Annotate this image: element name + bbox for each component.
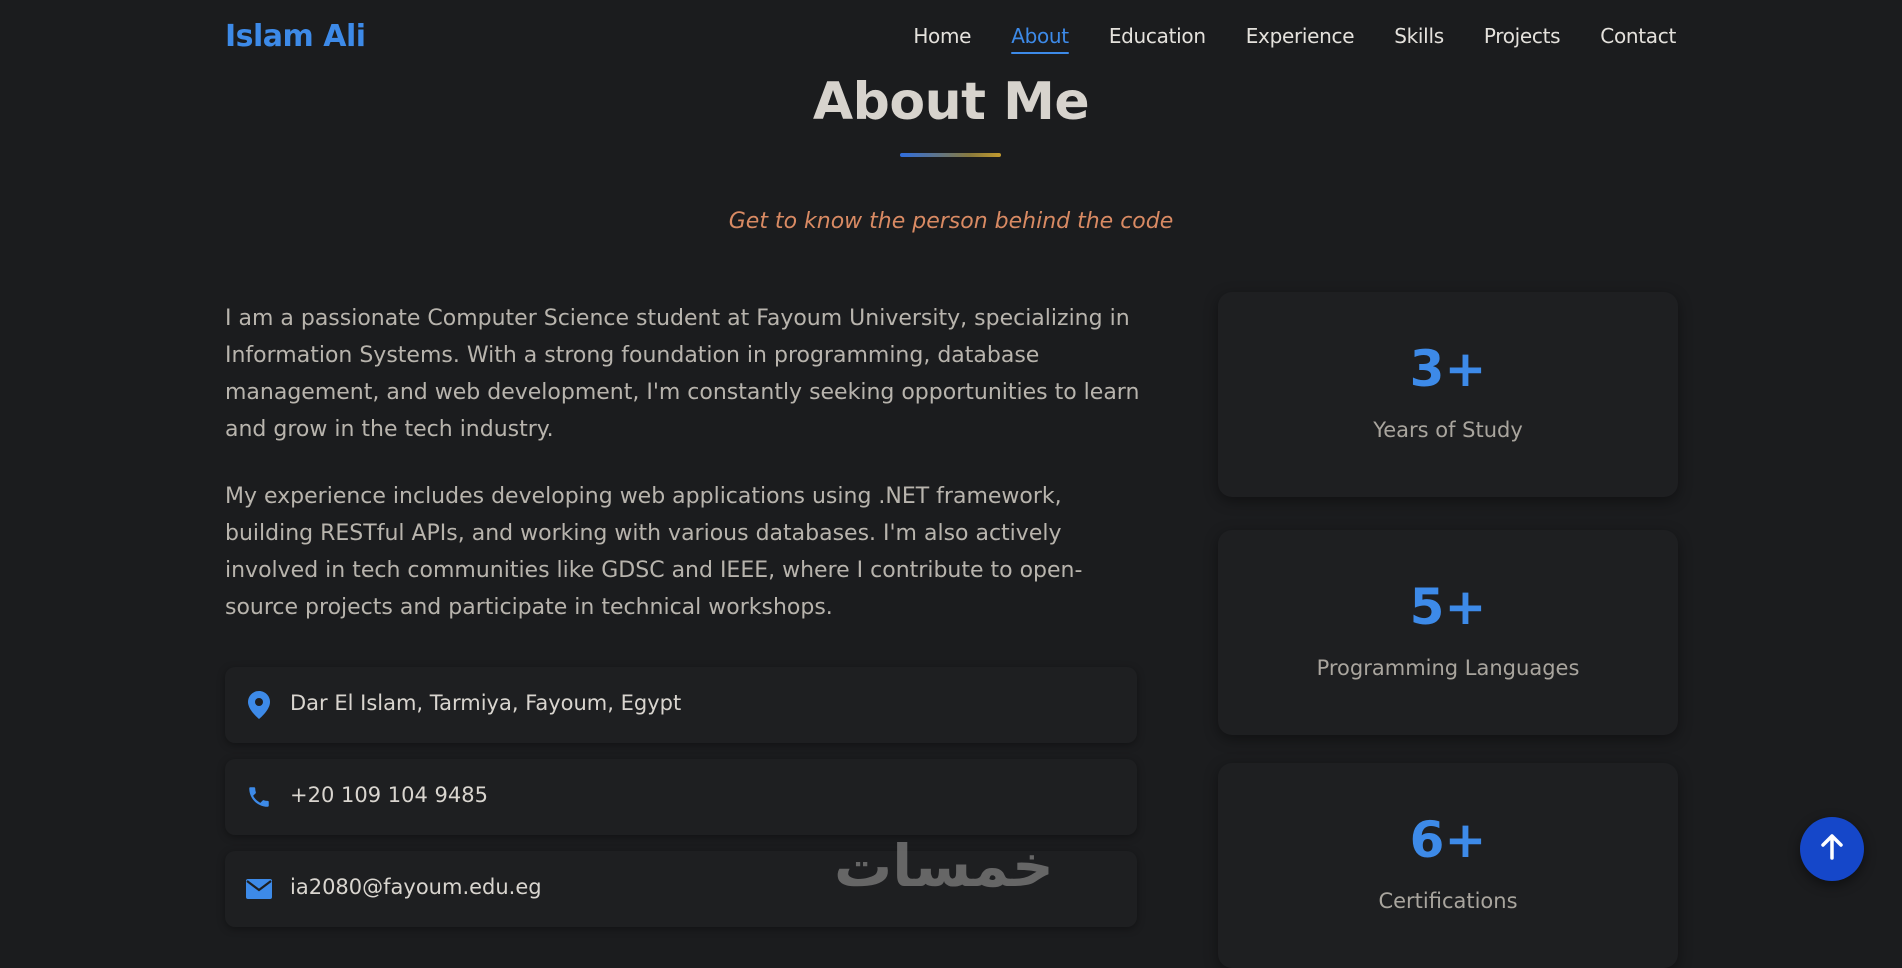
contact-phone-text[interactable]: +20 109 104 9485 (290, 783, 488, 807)
nav-item-experience[interactable]: Experience (1246, 24, 1355, 54)
stat-value: 6+ (1409, 811, 1487, 869)
stat-label: Certifications (1378, 889, 1518, 913)
envelope-icon (243, 873, 275, 905)
section-subtitle: Get to know the person behind the code (728, 209, 1174, 234)
about-paragraph: I am a passionate Computer Science stude… (225, 306, 1140, 442)
about-text: I am a passionate Computer Science stude… (225, 300, 1145, 656)
watermark-logo: خمسات (834, 832, 1054, 900)
title-underline (900, 153, 1001, 157)
nav-item-about[interactable]: About (1011, 24, 1069, 54)
map-pin-icon (243, 689, 275, 721)
navbar: Islam Ali Home About Education Experienc… (0, 0, 1902, 80)
contact-email-text[interactable]: ia2080@fayoum.edu.eg (290, 875, 542, 899)
scroll-to-top-button[interactable] (1800, 817, 1864, 881)
nav-item-contact[interactable]: Contact (1600, 24, 1676, 54)
contact-location-text: Dar El Islam, Tarmiya, Fayoum, Egypt (290, 691, 682, 715)
contact-item-location: Dar El Islam, Tarmiya, Fayoum, Egypt (225, 667, 1137, 743)
stat-card-certifications: 6+ Certifications (1218, 763, 1678, 968)
nav-item-projects[interactable]: Projects (1484, 24, 1561, 54)
nav-item-home[interactable]: Home (913, 24, 971, 54)
stat-label: Programming Languages (1316, 656, 1580, 680)
contact-item-phone: +20 109 104 9485 (225, 759, 1137, 835)
brand-logo[interactable]: Islam Ali (225, 19, 366, 54)
about-paragraph: My experience includes developing web ap… (225, 484, 1083, 620)
nav-links: Home About Education Experience Skills P… (913, 24, 1676, 54)
nav-item-skills[interactable]: Skills (1394, 24, 1444, 54)
stat-value: 5+ (1409, 578, 1487, 636)
stat-value: 3+ (1409, 340, 1487, 398)
stat-label: Years of Study (1373, 418, 1523, 442)
arrow-up-icon (1820, 834, 1844, 864)
nav-item-education[interactable]: Education (1109, 24, 1206, 54)
phone-icon (243, 781, 275, 813)
stat-card-years: 3+ Years of Study (1218, 292, 1678, 497)
stat-card-languages: 5+ Programming Languages (1218, 530, 1678, 735)
section-title: About Me (812, 72, 1090, 132)
